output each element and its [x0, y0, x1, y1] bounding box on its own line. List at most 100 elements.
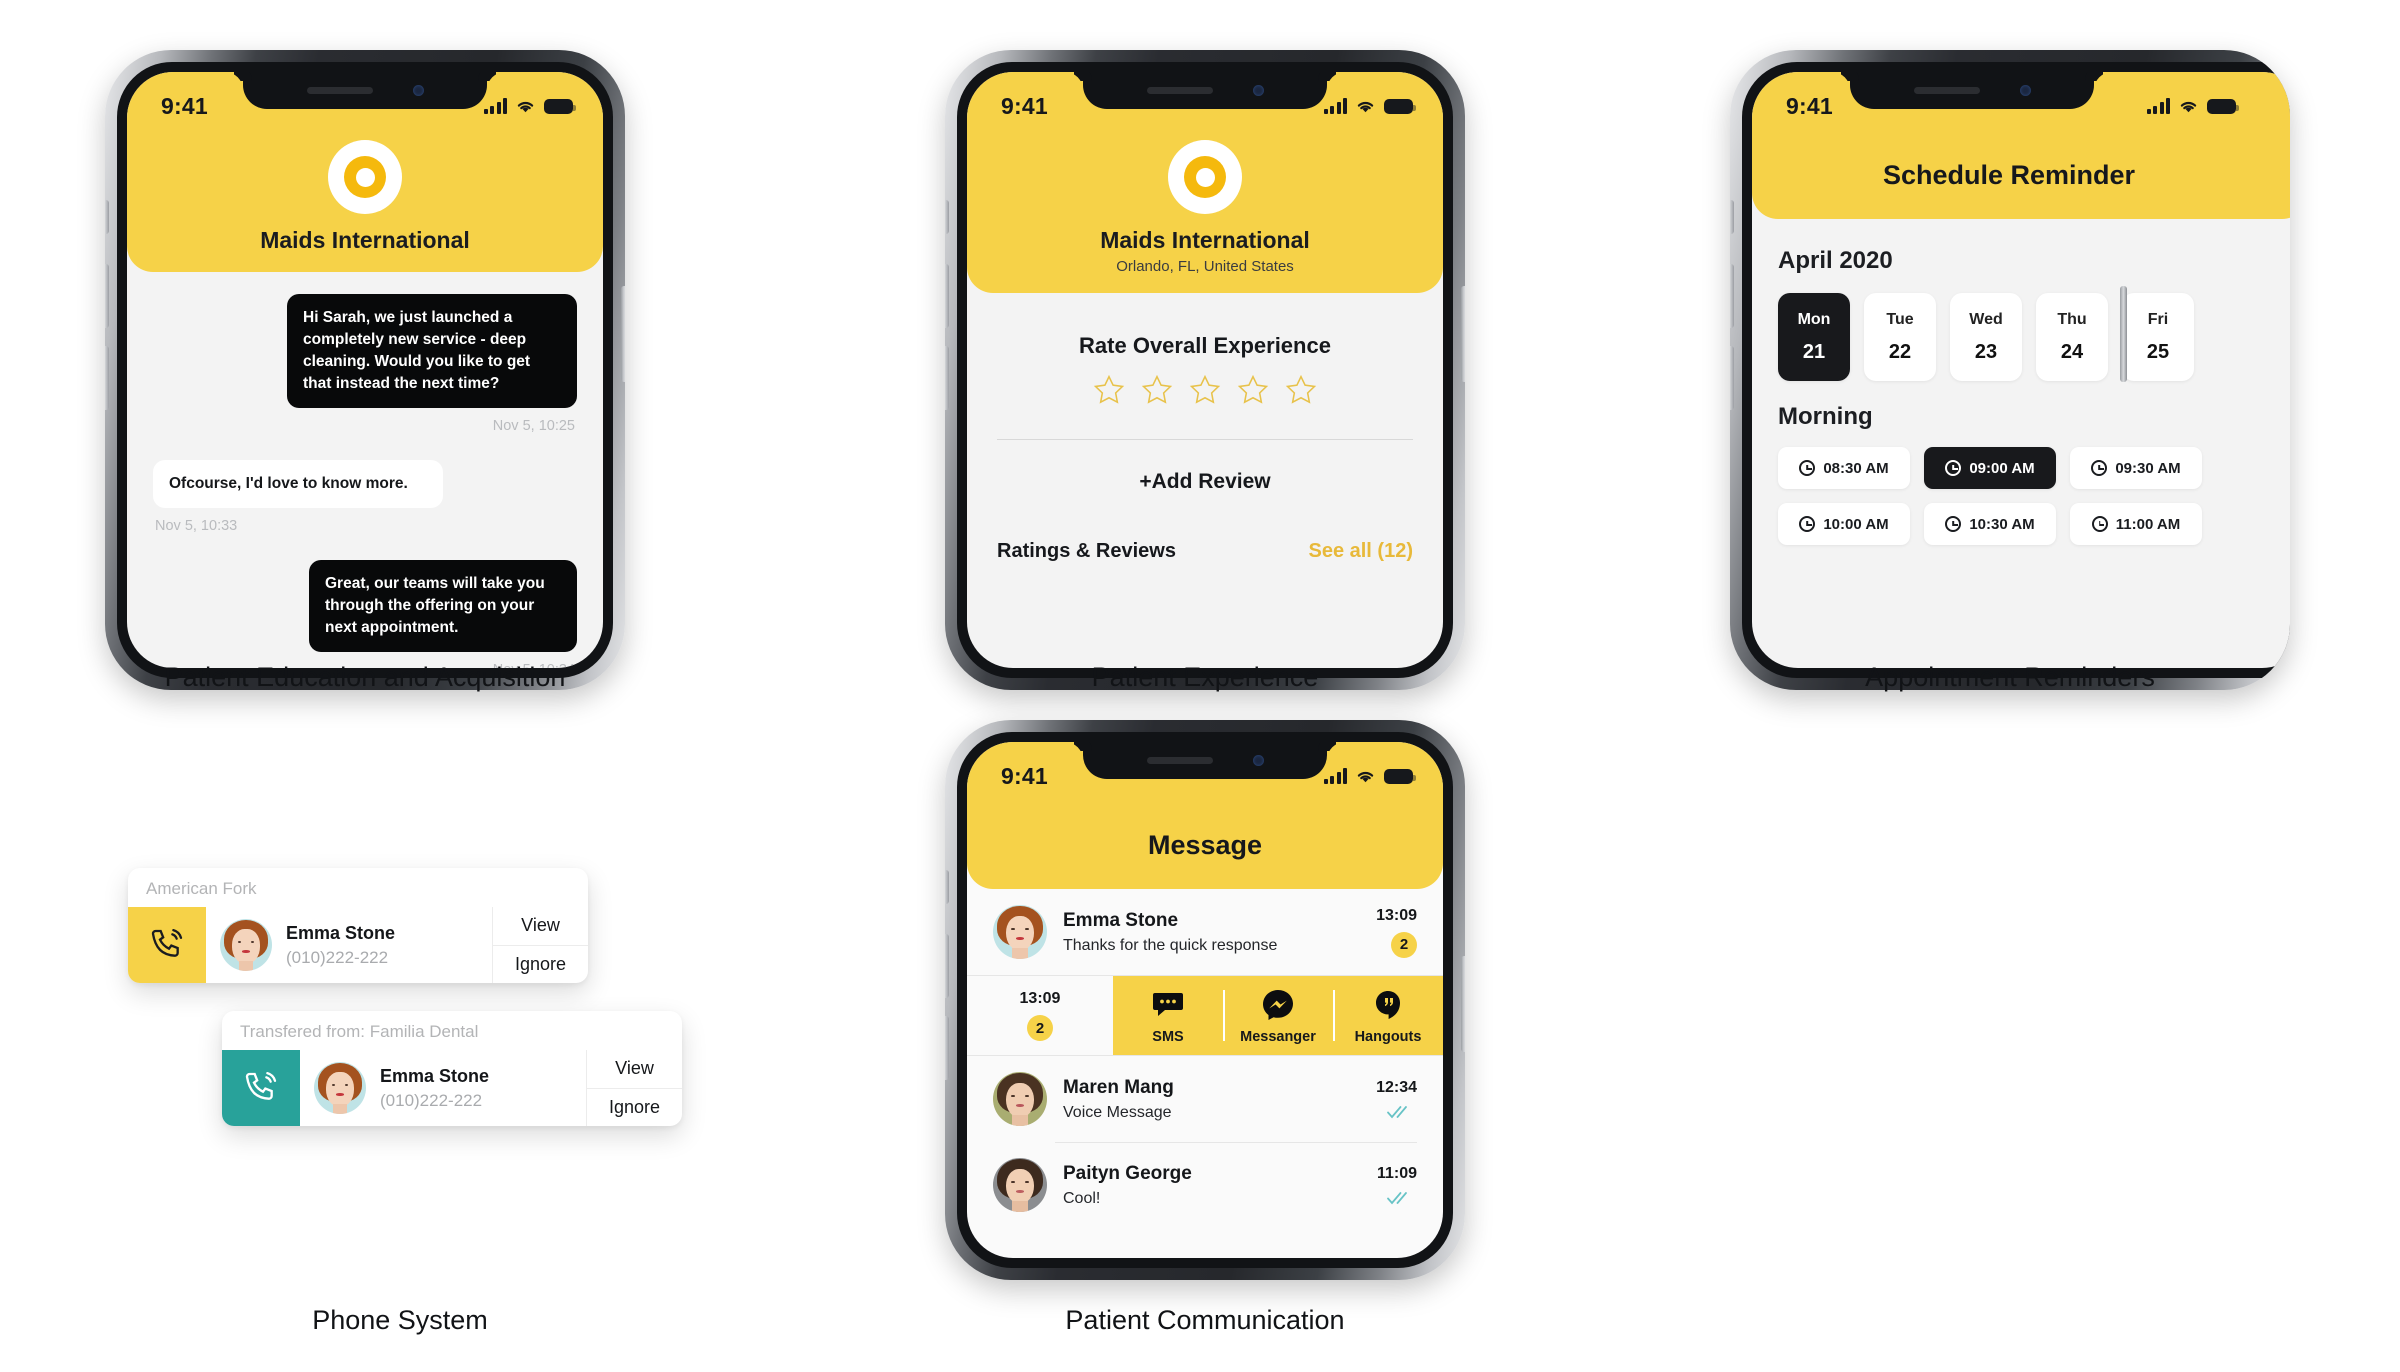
day-card-fri[interactable]: Fri 25 — [2122, 293, 2194, 381]
phone-bezel: 9:41 — [1742, 62, 2290, 678]
volume-up-button[interactable] — [945, 264, 949, 328]
incoming-call-icon — [128, 907, 206, 983]
phone-bezel: 9:41 — [117, 62, 613, 678]
mute-switch[interactable] — [1730, 200, 1734, 234]
clock-icon — [2091, 460, 2108, 476]
day-card-mon[interactable]: Mon 21 — [1778, 293, 1850, 381]
power-button[interactable] — [1461, 956, 1465, 1052]
time-slot[interactable]: 11:00 AM — [2070, 503, 2202, 545]
time-slot-selected[interactable]: 09:00 AM — [1924, 447, 2056, 489]
chat-bubble-outgoing: Great, our teams will take you through t… — [309, 560, 577, 652]
ratings-reviews-label: Ratings & Reviews — [997, 540, 1176, 562]
message-time: 13:09 — [1376, 906, 1417, 924]
screen-reminders: 9:41 Schedule Reminder April 2020 Mon 21… — [1752, 72, 2290, 668]
quick-action-buttons: SMS Messanger Hangouts — [1113, 976, 1443, 1055]
volume-up-button[interactable] — [1730, 264, 1734, 328]
caller-info: Emma Stone (010)222-222 — [300, 1050, 586, 1126]
message-row-emma[interactable]: Emma Stone Thanks for the quick response… — [967, 889, 1443, 975]
star-rating[interactable] — [967, 373, 1443, 407]
section-divider — [997, 439, 1413, 440]
earpiece-speaker — [1913, 87, 1980, 94]
read-ticks-icon — [1377, 1191, 1417, 1205]
call-card-source-label: American Fork — [146, 879, 257, 898]
volume-down-button[interactable] — [105, 346, 109, 410]
notch — [243, 72, 487, 109]
volume-down-button[interactable] — [945, 346, 949, 410]
time-slot-grid[interactable]: 08:30 AM 09:00 AM 09:30 AM 10:00 AM 10:3… — [1752, 431, 2290, 545]
caller-number: (010)222-222 — [286, 947, 389, 967]
status-icons — [1323, 762, 1416, 784]
day-card-wed[interactable]: Wed 23 — [1950, 293, 2022, 381]
message-row-maren[interactable]: Maren Mang Voice Message 12:34 — [967, 1056, 1443, 1142]
chat-bubble-outgoing: Hi Sarah, we just launched a completely … — [287, 294, 577, 408]
caller-info: Emma Stone (010)222-222 — [206, 907, 492, 983]
time-slot-label: 09:00 AM — [1969, 459, 2035, 477]
cellular-signal-icon — [1323, 768, 1347, 784]
wifi-icon — [1357, 771, 1374, 782]
chat-bubble-incoming: Ofcourse, I'd love to know more. — [153, 460, 443, 508]
status-time: 9:41 — [1786, 92, 1833, 119]
message-row-paityn[interactable]: Paityn George Cool! 11:09 — [967, 1142, 1443, 1228]
wifi-icon — [1357, 101, 1374, 112]
unread-badge: 2 — [1027, 1015, 1053, 1041]
messenger-action-button[interactable]: Messanger — [1223, 976, 1333, 1055]
brand-location: Orlando, FL, United States — [1116, 258, 1294, 275]
star-outline-icon[interactable] — [1092, 373, 1126, 407]
time-slot[interactable]: 09:30 AM — [2070, 447, 2202, 489]
power-button[interactable] — [2120, 286, 2127, 382]
notch — [1083, 742, 1327, 779]
day-number: 23 — [1974, 340, 1998, 363]
power-button[interactable] — [1461, 286, 1465, 382]
day-selector[interactable]: Mon 21 Tue 22 Wed 23 Thu 24 Fri 25 — [1752, 275, 2290, 381]
earpiece-speaker — [1146, 757, 1213, 764]
star-outline-icon[interactable] — [1188, 373, 1222, 407]
notch — [1850, 72, 2094, 109]
screen-experience: 9:41 Maids International Orlando, FL, Un… — [967, 72, 1443, 668]
view-button[interactable]: View — [587, 1050, 682, 1088]
brand-name: Maids International — [1100, 227, 1310, 253]
wifi-icon — [2180, 101, 2197, 112]
volume-up-button[interactable] — [105, 264, 109, 328]
mute-switch[interactable] — [945, 200, 949, 234]
page-title: Message — [1147, 830, 1263, 860]
star-outline-icon[interactable] — [1140, 373, 1174, 407]
status-time: 9:41 — [161, 92, 208, 119]
caption-experience: Patient Experience — [1091, 662, 1319, 692]
star-outline-icon[interactable] — [1236, 373, 1270, 407]
caption-reminders: Appointment Reminders — [1865, 662, 2155, 692]
quick-action-meta: 13:09 2 — [967, 976, 1113, 1055]
day-card-thu[interactable]: Thu 24 — [2036, 293, 2108, 381]
see-all-link[interactable]: See all (12) — [1308, 540, 1413, 563]
star-outline-icon[interactable] — [1284, 373, 1318, 407]
battery-icon — [1384, 98, 1416, 114]
front-camera — [2019, 85, 2031, 96]
hangouts-action-label: Hangouts — [1354, 1029, 1422, 1045]
call-card-familia-dental[interactable]: Transfered from: Familia Dental Emma Sto… — [222, 1011, 682, 1126]
sms-action-button[interactable]: SMS — [1113, 976, 1223, 1055]
view-button[interactable]: View — [493, 907, 588, 945]
screen-education: 9:41 Maids International Hi Sarah, we ju… — [127, 72, 603, 668]
hangouts-action-button[interactable]: Hangouts — [1333, 976, 1443, 1055]
time-slot[interactable]: 08:30 AM — [1778, 447, 1910, 489]
messenger-icon — [1223, 988, 1333, 1022]
ignore-button[interactable]: Ignore — [493, 944, 588, 984]
volume-up-button[interactable] — [945, 934, 949, 998]
mute-switch[interactable] — [105, 200, 109, 234]
day-number: 25 — [2146, 340, 2170, 363]
mute-switch[interactable] — [945, 870, 949, 904]
time-slot[interactable]: 10:00 AM — [1778, 503, 1910, 545]
ignore-button[interactable]: Ignore — [587, 1087, 682, 1127]
day-card-tue[interactable]: Tue 22 — [1864, 293, 1936, 381]
status-bar: 9:41 — [967, 72, 1443, 134]
status-bar: 9:41 — [1752, 72, 2290, 134]
power-button[interactable] — [621, 286, 625, 382]
messenger-action-label: Messanger — [1240, 1029, 1316, 1045]
cellular-signal-icon — [483, 98, 507, 114]
volume-down-button[interactable] — [1730, 346, 1734, 410]
add-review-button[interactable]: +Add Review — [967, 470, 1443, 494]
caption-communication: Patient Communication — [1065, 1305, 1345, 1335]
call-card-source-label: Transfered from: Familia Dental — [240, 1022, 479, 1041]
call-card-american-fork[interactable]: American Fork Emma Stone (010)222-222 Vi… — [128, 868, 588, 983]
volume-down-button[interactable] — [945, 1016, 949, 1080]
time-slot[interactable]: 10:30 AM — [1924, 503, 2056, 545]
